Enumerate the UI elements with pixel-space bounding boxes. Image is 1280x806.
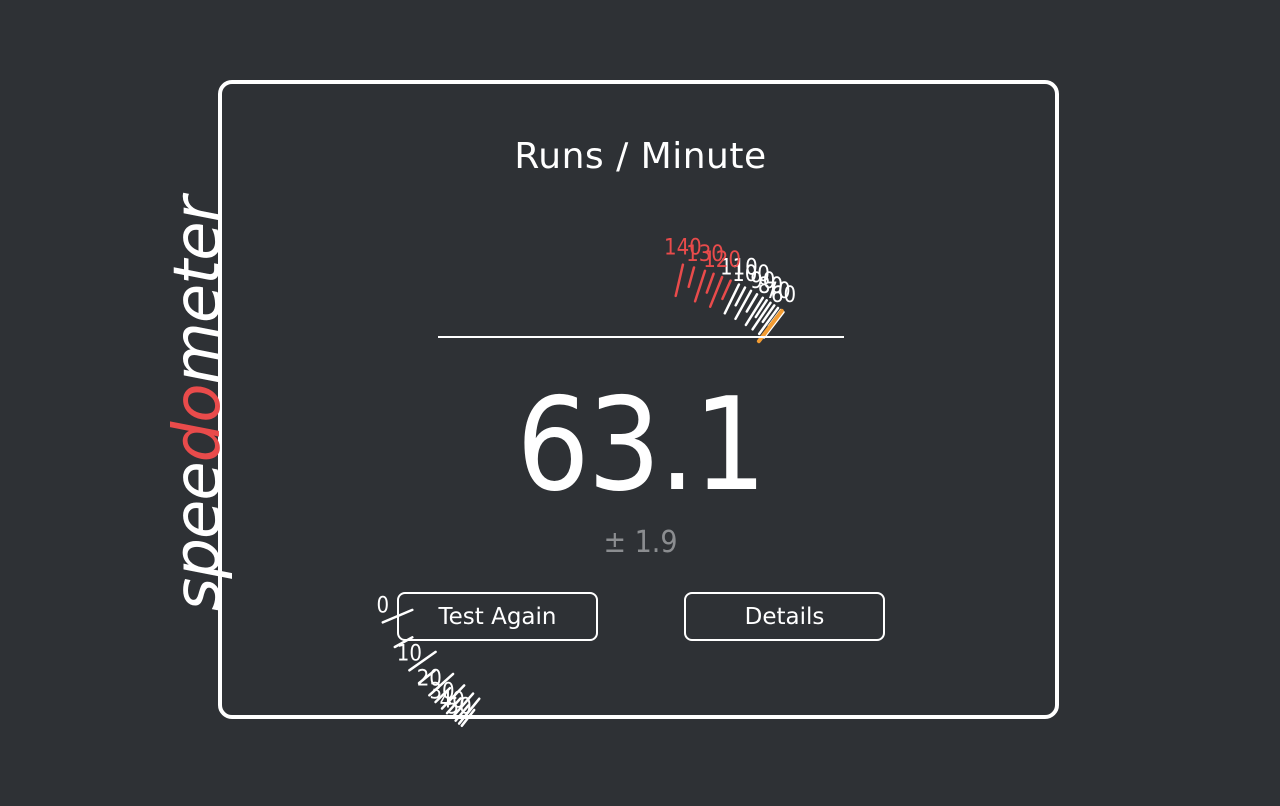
metric-title: Runs / Minute: [514, 136, 767, 177]
test-again-button[interactable]: Test Again: [397, 592, 598, 641]
details-button[interactable]: Details: [684, 592, 885, 641]
score-uncertainty: ± 1.9: [603, 525, 678, 560]
score-value: 63.1: [516, 371, 766, 520]
logo-text-end: meter: [161, 197, 235, 385]
gauge-divider: [438, 336, 844, 338]
speedometer-page: speedometer Runs / Minute 0 10 20 30 40 50 60 7…: [0, 0, 1280, 806]
